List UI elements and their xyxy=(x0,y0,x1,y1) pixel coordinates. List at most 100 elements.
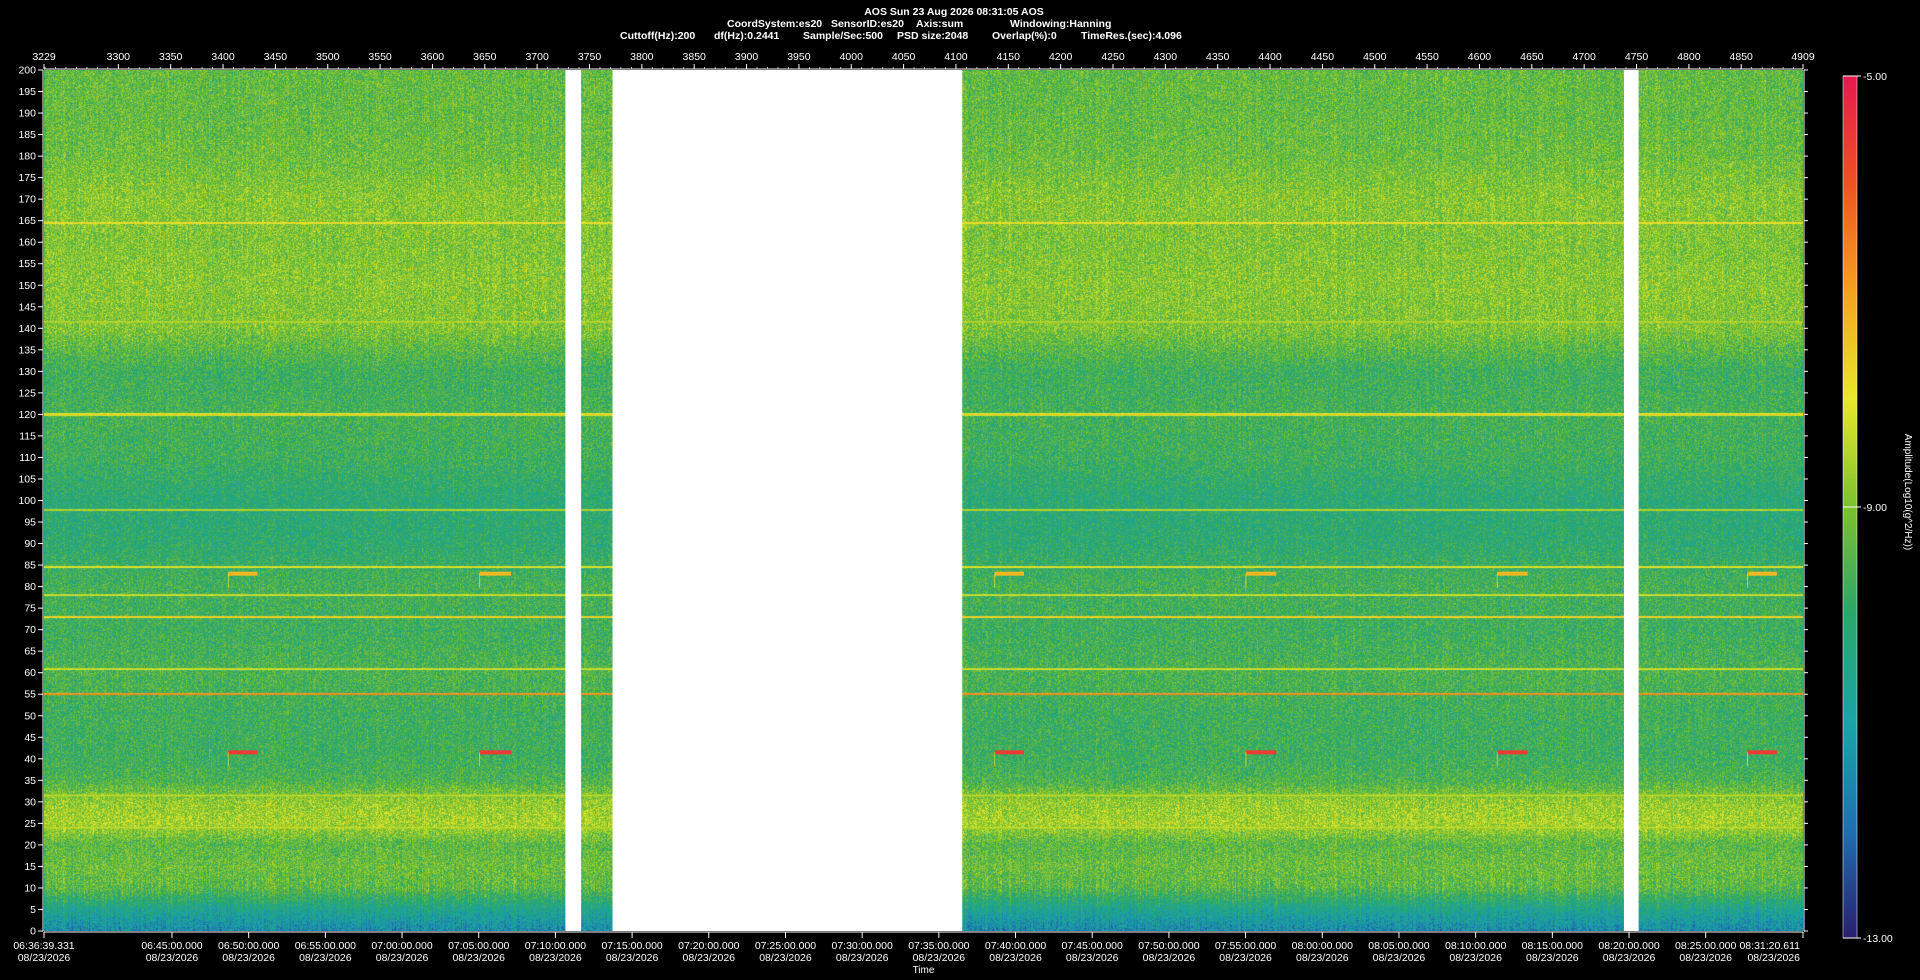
header-param: SensorID:es20 xyxy=(831,18,904,30)
y-tick-label: 40 xyxy=(24,753,36,765)
time-tick-label: 08:10:00.000 xyxy=(1445,940,1506,952)
y-tick-label: 155 xyxy=(18,258,36,270)
date-tick-label: 08/23/2026 xyxy=(989,952,1042,964)
y-tick-label: 70 xyxy=(24,624,36,636)
date-tick-label: 08/23/2026 xyxy=(376,952,429,964)
date-tick-label: 08/23/2026 xyxy=(683,952,736,964)
top-axis: 3229 3300 3350 3400 3450 3500 3550 3600 3650 3700… xyxy=(32,51,1815,70)
top-tick-label: 4050 xyxy=(892,51,916,63)
time-tick-label: 07:20:00.000 xyxy=(678,940,739,952)
date-tick-label: 08/23/2026 xyxy=(1747,952,1800,964)
top-tick-label: 4700 xyxy=(1572,51,1596,63)
y-tick-label: 60 xyxy=(24,667,36,679)
top-tick-label: 4750 xyxy=(1625,51,1649,63)
date-tick-label: 08/23/2026 xyxy=(1143,952,1196,964)
date-tick-label: 08/23/2026 xyxy=(1526,952,1579,964)
time-tick-label: 07:15:00.000 xyxy=(601,940,662,952)
top-tick-label: 4909 xyxy=(1791,51,1815,63)
time-tick-label: 08:31:20.611 xyxy=(1739,940,1800,952)
y-tick-label: 160 xyxy=(18,237,36,249)
top-tick-label: 3550 xyxy=(368,51,392,63)
colorbar-label: Amplitude(Log10(g^2/Hz)) xyxy=(1902,434,1913,550)
date-tick-label: 08/23/2026 xyxy=(222,952,275,964)
time-tick-label: 08:05:00.000 xyxy=(1368,940,1429,952)
y-tick-label: 200 xyxy=(18,65,36,77)
date-tick-label: 08/23/2026 xyxy=(529,952,582,964)
colorbar-tick-label: -13.00 xyxy=(1863,933,1893,945)
top-tick-label: 4600 xyxy=(1468,51,1492,63)
top-tick-label: 3700 xyxy=(525,51,549,63)
event-band xyxy=(1245,571,1277,576)
header-param: df(Hz):0.2441 xyxy=(714,30,780,42)
date-tick-label: 08/23/2026 xyxy=(452,952,505,964)
time-tick-label: 06:36:39.331 xyxy=(13,940,74,952)
top-tick-label: 3400 xyxy=(211,51,235,63)
top-tick-label: 4850 xyxy=(1730,51,1754,63)
y-tick-label: 110 xyxy=(19,452,36,464)
time-tick-label: 08:15:00.000 xyxy=(1522,940,1583,952)
top-tick-label: 4550 xyxy=(1415,51,1439,63)
time-tick-label: 07:25:00.000 xyxy=(755,940,816,952)
time-tick-label: 07:35:00.000 xyxy=(908,940,969,952)
date-tick-label: 08/23/2026 xyxy=(1449,952,1502,964)
y-tick-label: 45 xyxy=(24,732,36,744)
data-gap xyxy=(612,70,963,931)
y-tick-label: 135 xyxy=(18,344,36,356)
time-tick-label: 08:20:00.000 xyxy=(1598,940,1659,952)
date-tick-label: 08/23/2026 xyxy=(1603,952,1656,964)
y-tick-label: 10 xyxy=(24,882,36,894)
header-param: CoordSystem:es20 xyxy=(727,18,822,30)
time-axis-label: Time xyxy=(913,965,935,976)
top-tick-label: 4300 xyxy=(1154,51,1178,63)
y-tick-label: 140 xyxy=(18,323,36,335)
time-tick-label: 07:50:00.000 xyxy=(1138,940,1199,952)
top-tick-label: 3800 xyxy=(630,51,654,63)
top-tick-label: 3950 xyxy=(787,51,811,63)
y-tick-label: 170 xyxy=(18,194,36,206)
y-tick-label: 50 xyxy=(24,710,36,722)
event-band xyxy=(1497,571,1528,576)
event-band xyxy=(1245,750,1277,755)
data-gap xyxy=(565,70,582,931)
top-tick-label: 3350 xyxy=(159,51,183,63)
top-tick-label: 4450 xyxy=(1311,51,1335,63)
y-tick-label: 85 xyxy=(24,560,36,572)
date-tick-label: 08/23/2026 xyxy=(299,952,352,964)
event-band xyxy=(479,571,511,576)
time-tick-label: 07:05:00.000 xyxy=(448,940,509,952)
y-tick-label: 35 xyxy=(24,775,36,787)
y-tick-label: 120 xyxy=(18,409,36,421)
event-band xyxy=(1497,750,1528,755)
top-tick-label: 4100 xyxy=(944,51,968,63)
y-tick-label: 125 xyxy=(18,387,36,399)
y-tick-label: 55 xyxy=(24,689,36,701)
date-tick-label: 08/23/2026 xyxy=(1296,952,1349,964)
y-tick-label: 15 xyxy=(24,861,36,873)
top-tick-label: 3750 xyxy=(578,51,602,63)
top-tick-label: 4200 xyxy=(1049,51,1073,63)
top-tick-label: 3500 xyxy=(316,51,340,63)
event-band xyxy=(994,750,1025,755)
spectrogram-chart: AOS Sun 23 Aug 2026 08:31:05 AOS CoordSy… xyxy=(13,6,1913,976)
header-param: Sample/Sec:500 xyxy=(803,30,883,42)
y-tick-label: 5 xyxy=(30,904,36,916)
top-tick-label: 3300 xyxy=(107,51,131,63)
colorbar-tick-label: -5.00 xyxy=(1863,71,1887,83)
time-tick-label: 07:10:00.000 xyxy=(525,940,586,952)
chart-title: AOS Sun 23 Aug 2026 08:31:05 AOS xyxy=(864,6,1044,18)
time-tick-label: 06:45:00.000 xyxy=(141,940,202,952)
header-params-line2: Cuttoff(Hz):200 df(Hz):0.2441 Sample/Sec:5… xyxy=(620,30,1182,42)
y-tick-label: 145 xyxy=(18,301,36,313)
y-tick-label: 185 xyxy=(18,129,36,141)
top-tick-label: 4000 xyxy=(840,51,864,63)
y-tick-label: 20 xyxy=(24,839,36,851)
top-tick-label: 3450 xyxy=(264,51,288,63)
y-tick-label: 30 xyxy=(24,796,36,808)
header-param: Windowing:Hanning xyxy=(1010,18,1111,30)
header-param: TimeRes.(sec):4.096 xyxy=(1081,30,1182,42)
date-tick-label: 08/23/2026 xyxy=(836,952,889,964)
top-tick-label: 3650 xyxy=(473,51,497,63)
y-tick-label: 80 xyxy=(24,581,36,593)
event-band xyxy=(1747,750,1777,755)
colorbar-tick-label: -9.00 xyxy=(1863,502,1887,514)
